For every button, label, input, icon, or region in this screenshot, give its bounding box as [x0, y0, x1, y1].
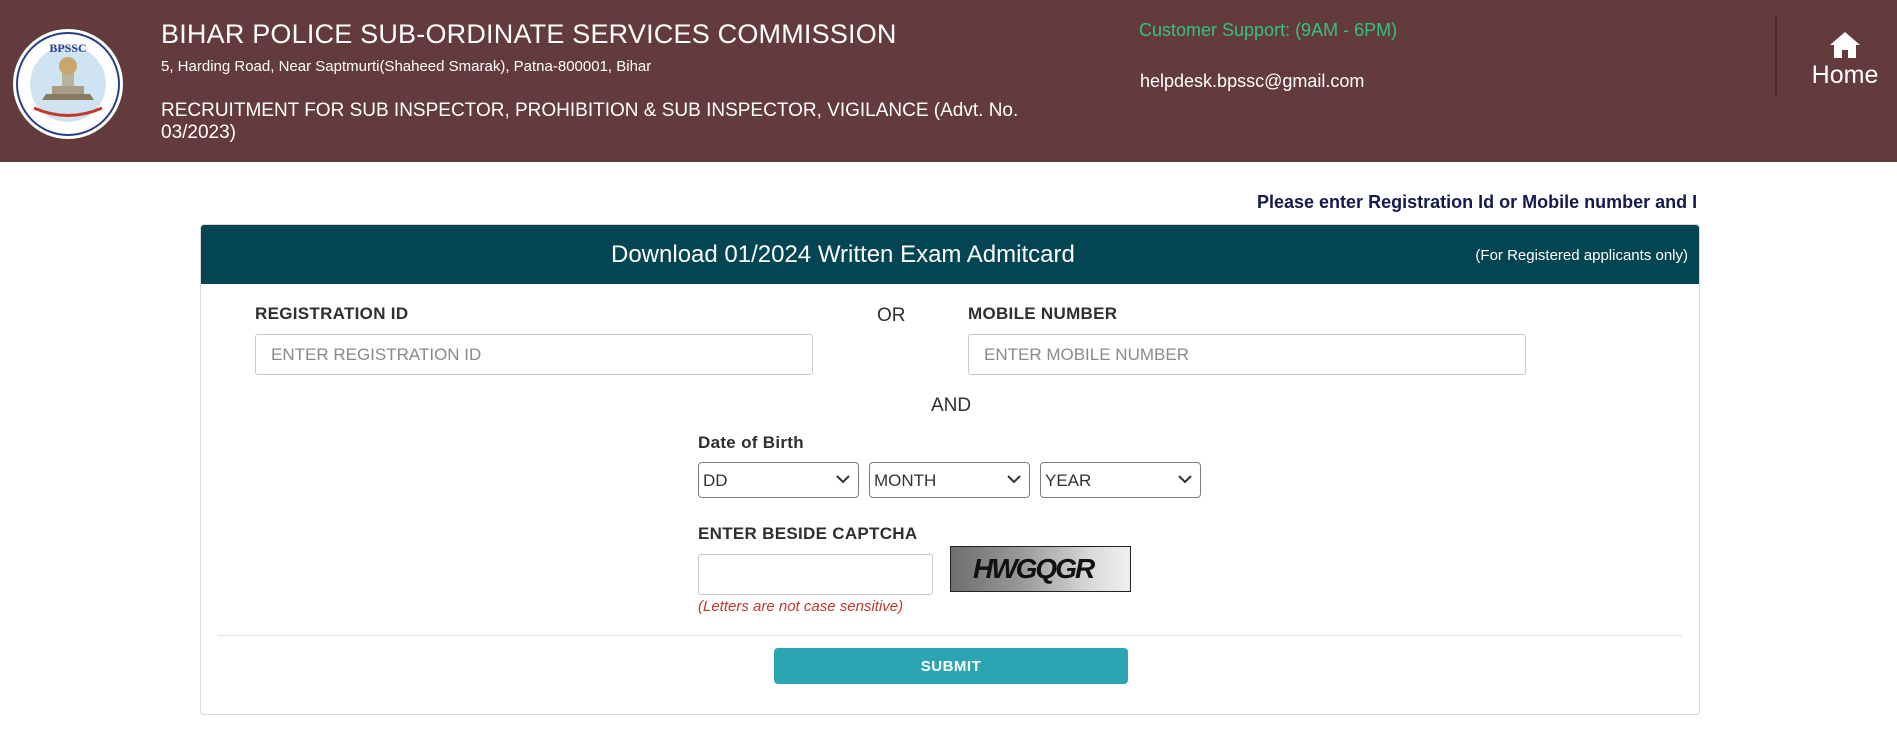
captcha-label: ENTER BESIDE CAPTCHA: [698, 524, 918, 543]
notice-marquee: Please enter Registration Id or Mobile n…: [1195, 192, 1700, 213]
registration-id-input[interactable]: [255, 334, 813, 375]
org-address: 5, Harding Road, Near Saptmurti(Shaheed …: [161, 58, 652, 75]
dob-month-select[interactable]: MONTH: [869, 462, 1030, 498]
mobile-number-input[interactable]: [968, 334, 1526, 375]
home-label: Home: [1811, 61, 1879, 89]
org-title: BIHAR POLICE SUB-ORDINATE SERVICES COMMI…: [161, 19, 897, 49]
captcha-input[interactable]: [698, 554, 933, 595]
form-divider: [218, 635, 1682, 636]
home-icon: [1830, 32, 1860, 58]
dob-year-select[interactable]: YEAR: [1040, 462, 1201, 498]
helpdesk-email: helpdesk.bpssc@gmail.com: [1140, 71, 1365, 91]
chevron-down-icon: [1007, 475, 1021, 484]
svg-text:BPSSC: BPSSC: [49, 41, 86, 55]
dob-month-value: MONTH: [874, 471, 937, 490]
recruitment-title: RECRUITMENT FOR SUB INSPECTOR, PROHIBITI…: [161, 100, 1019, 143]
captcha-image: HWGQGR: [950, 546, 1131, 592]
customer-support-hours: Customer Support: (9AM - 6PM): [1139, 20, 1398, 40]
bpssc-logo: BPSSC: [12, 28, 124, 140]
header-divider: [1775, 15, 1777, 97]
card-title: Download 01/2024 Written Exam Admitcard: [611, 241, 1075, 268]
admitcard-form-card: Download 01/2024 Written Exam Admitcard …: [200, 224, 1700, 715]
or-separator: OR: [877, 305, 906, 326]
and-separator: AND: [931, 395, 972, 416]
marquee-text: Please enter Registration Id or Mobile n…: [1257, 192, 1698, 212]
card-header: Download 01/2024 Written Exam Admitcard …: [201, 225, 1699, 284]
chevron-down-icon: [836, 475, 850, 484]
dob-day-value: DD: [703, 471, 728, 490]
chevron-down-icon: [1178, 475, 1192, 484]
home-link[interactable]: Home: [1800, 30, 1890, 100]
dob-day-select[interactable]: DD: [698, 462, 859, 498]
captcha-hint: (Letters are not case sensitive): [698, 598, 904, 615]
registration-id-label: REGISTRATION ID: [255, 304, 409, 323]
submit-button[interactable]: SUBMIT: [774, 648, 1128, 684]
dob-label: Date of Birth: [698, 433, 804, 452]
card-note: (For Registered applicants only): [1475, 247, 1688, 264]
site-header: BPSSC BIHAR POLICE SUB-ORDINATE SERVICES…: [0, 0, 1897, 162]
dob-year-value: YEAR: [1045, 471, 1092, 490]
mobile-number-label: MOBILE NUMBER: [968, 304, 1118, 323]
